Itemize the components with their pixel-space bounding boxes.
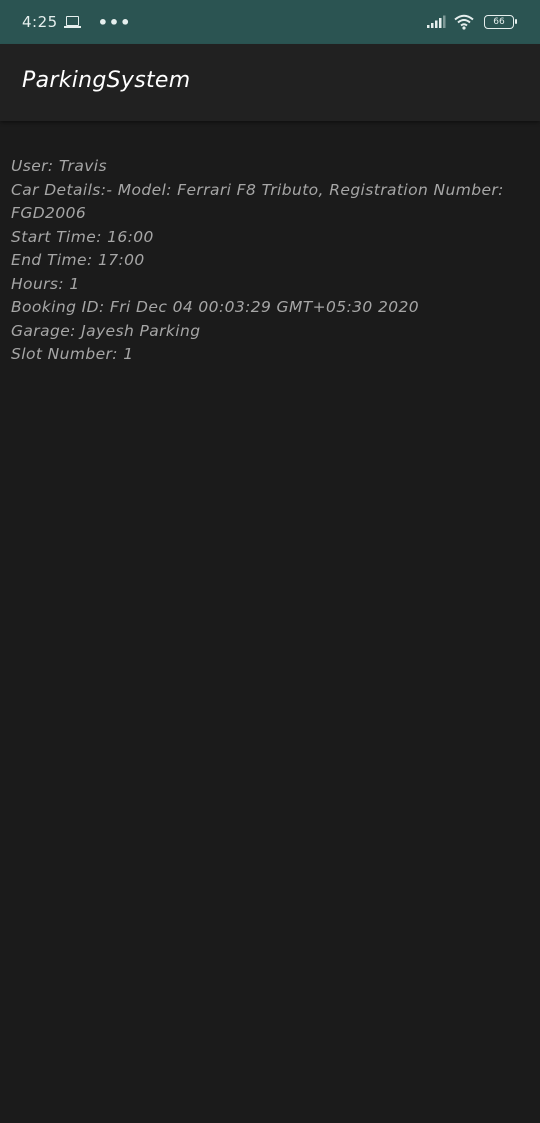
app-title: ParkingSystem [22, 68, 191, 93]
status-left: 4:25 ••• [22, 0, 131, 44]
booking-id-detail: Booking ID: Fri Dec 04 00:03:29 GMT+05:3… [11, 298, 420, 316]
laptop-icon [63, 15, 81, 29]
battery-level: 66 [493, 17, 505, 27]
end-time-detail: End Time: 17:00 [11, 251, 145, 269]
slot-number-detail: Slot Number: 1 [11, 345, 134, 363]
signal-icon [427, 15, 446, 28]
status-time: 4:25 [22, 13, 58, 31]
user-detail: User: Travis [11, 157, 107, 175]
hours-detail: Hours: 1 [11, 274, 80, 293]
garage-detail: Garage: Jayesh Parking [11, 321, 201, 340]
booking-details: User: Travis Car Details:- Model: Ferrar… [11, 155, 531, 367]
status-right: 66 [426, 0, 517, 44]
car-details: Car Details:- Model: Ferrari F8 Tributo,… [11, 180, 504, 223]
app-bar: ParkingSystem [0, 44, 540, 121]
wifi-icon [454, 14, 474, 30]
battery-icon: 66 [484, 15, 517, 29]
status-bar: 4:25 ••• 66 [0, 0, 540, 44]
more-notifications-icon: ••• [97, 12, 132, 32]
start-time-detail: Start Time: 16:00 [11, 227, 154, 246]
